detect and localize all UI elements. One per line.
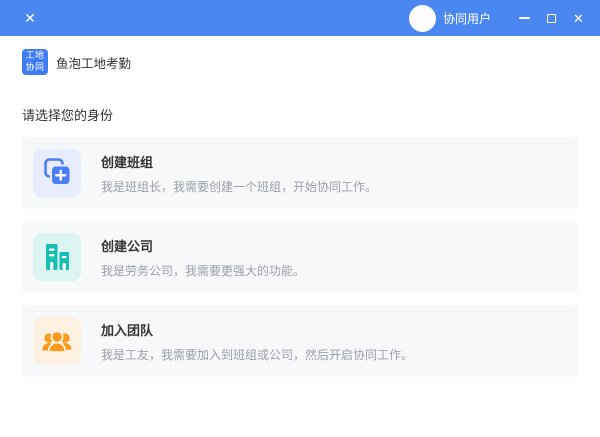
identity-card-create-company[interactable]: 创建公司 我是劳务公司，我需要更强大的功能。: [22, 221, 578, 293]
card-text: 创建班组 我是班组长，我需要创建一个班组，开始协同工作。: [101, 152, 377, 195]
people-group-icon: [33, 317, 81, 365]
app-window: ✕ 协同用户 ✕ 工地 协同 鱼泡工地考勤 请选择您的身份 创建班组 我是班组长…: [0, 0, 600, 437]
duplicate-plus-icon: [33, 149, 81, 197]
card-desc: 我是班组长，我需要创建一个班组，开始协同工作。: [101, 179, 378, 194]
card-desc: 我是劳务公司，我需要更强大的功能。: [101, 263, 306, 278]
close-icon: ✕: [573, 10, 584, 26]
app-name: 鱼泡工地考勤: [56, 56, 132, 71]
minimize-icon: [519, 17, 530, 19]
maximize-icon: [547, 13, 556, 23]
titlebar-right-group: 协同用户 ✕: [408, 0, 600, 36]
close-button[interactable]: ✕: [565, 0, 592, 36]
identity-card-join-team[interactable]: 加入团队 我是工友，我需要加入到班组或公司，然后开启协同工作。: [22, 305, 578, 377]
brand-row: 工地 协同 鱼泡工地考勤: [0, 36, 600, 75]
titlebar-username[interactable]: 协同用户: [443, 10, 491, 27]
card-text: 创建公司 我是劳务公司，我需要更强大的功能。: [101, 236, 305, 279]
card-title: 创建班组: [101, 154, 154, 170]
card-title: 加入团队: [101, 322, 154, 338]
page-title: 请选择您的身份: [22, 108, 114, 123]
card-desc: 我是工友，我需要加入到班组或公司，然后开启协同工作。: [101, 347, 414, 362]
back-close-icon[interactable]: ✕: [20, 11, 40, 25]
app-logo-line1: 工地: [25, 50, 45, 61]
app-logo-line2: 协同: [25, 62, 45, 72]
titlebar: ✕ 协同用户 ✕: [0, 0, 600, 36]
company-buildings-icon: [33, 233, 81, 281]
avatar[interactable]: [408, 4, 436, 32]
maximize-button[interactable]: [538, 0, 565, 36]
card-text: 加入团队 我是工友，我需要加入到班组或公司，然后开启协同工作。: [101, 320, 413, 363]
minimize-button[interactable]: [511, 0, 538, 36]
card-title: 创建公司: [101, 238, 154, 254]
app-logo: 工地 协同: [22, 49, 48, 75]
identity-card-list: 创建班组 我是班组长，我需要创建一个班组，开始协同工作。 创建公司 我是劳务公司…: [0, 124, 600, 377]
identity-card-create-team[interactable]: 创建班组 我是班组长，我需要创建一个班组，开始协同工作。: [22, 137, 578, 209]
